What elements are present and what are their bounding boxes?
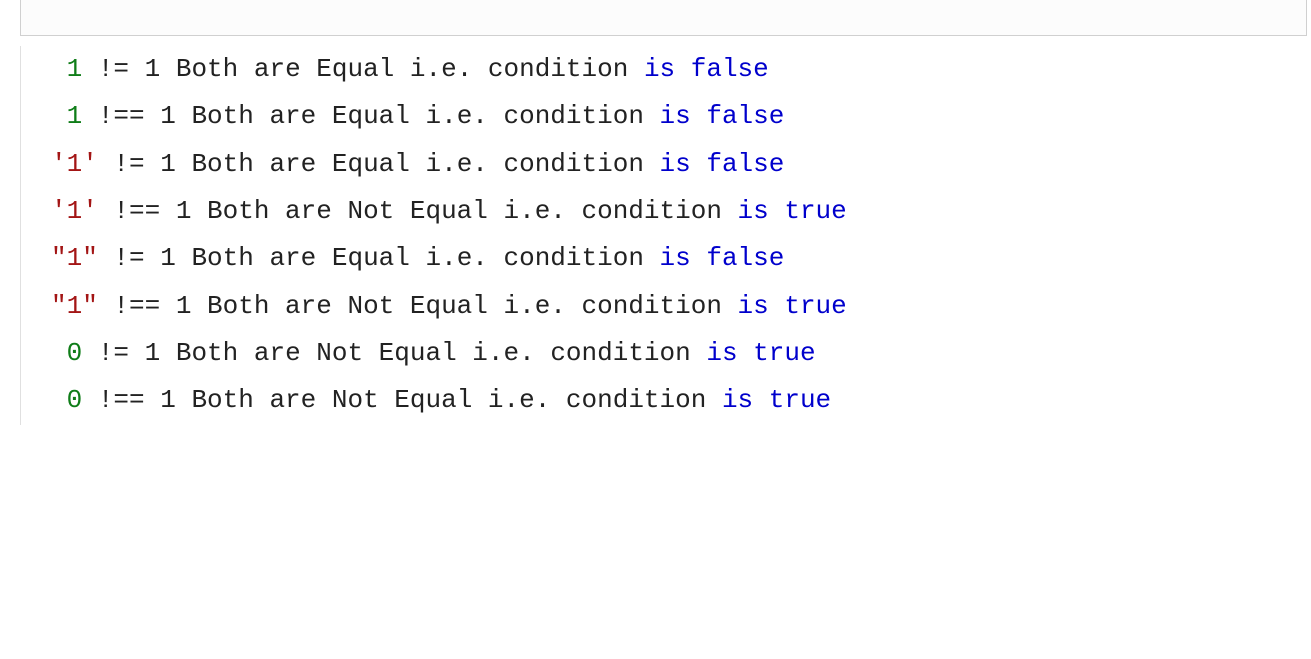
output-line: 0 != 1 Both are Not Equal i.e. condition… xyxy=(51,330,1311,377)
message-text: Both are Not Equal i.e. condition xyxy=(191,196,737,226)
right-operand: 1 xyxy=(160,101,176,131)
right-operand: 1 xyxy=(145,338,161,368)
operator: !== xyxy=(82,385,160,415)
left-operand: '1' xyxy=(51,196,98,226)
left-pad xyxy=(51,338,67,368)
left-operand: "1" xyxy=(51,243,98,273)
right-operand: 1 xyxy=(176,291,192,321)
keyword-result: is true xyxy=(706,338,815,368)
message-text: Both are Equal i.e. condition xyxy=(176,101,660,131)
operator: !== xyxy=(98,291,176,321)
output-line: 1 != 1 Both are Equal i.e. condition is … xyxy=(51,46,1311,93)
keyword-result: is true xyxy=(738,196,847,226)
output-line: "1" !== 1 Both are Not Equal i.e. condit… xyxy=(51,283,1311,330)
operator: !== xyxy=(82,101,160,131)
left-operand: "1" xyxy=(51,291,98,321)
left-pad xyxy=(51,385,67,415)
output-line: '1' !== 1 Both are Not Equal i.e. condit… xyxy=(51,188,1311,235)
operator: != xyxy=(98,243,160,273)
output-line: 0 !== 1 Both are Not Equal i.e. conditio… xyxy=(51,377,1311,424)
right-operand: 1 xyxy=(160,149,176,179)
message-text: Both are Not Equal i.e. condition xyxy=(176,385,722,415)
left-pad xyxy=(51,54,67,84)
keyword-result: is false xyxy=(660,101,785,131)
top-empty-box xyxy=(20,0,1307,36)
operator: != xyxy=(82,54,144,84)
code-output-block: 1 != 1 Both are Equal i.e. condition is … xyxy=(20,46,1311,425)
left-operand: 0 xyxy=(67,338,83,368)
right-operand: 1 xyxy=(160,243,176,273)
left-pad xyxy=(51,101,67,131)
message-text: Both are Not Equal i.e. condition xyxy=(160,338,706,368)
operator: != xyxy=(82,338,144,368)
right-operand: 1 xyxy=(145,54,161,84)
left-operand: '1' xyxy=(51,149,98,179)
keyword-result: is true xyxy=(738,291,847,321)
message-text: Both are Equal i.e. condition xyxy=(160,54,644,84)
message-text: Both are Not Equal i.e. condition xyxy=(191,291,737,321)
keyword-result: is false xyxy=(644,54,769,84)
output-line: "1" != 1 Both are Equal i.e. condition i… xyxy=(51,235,1311,282)
right-operand: 1 xyxy=(160,385,176,415)
output-line: '1' != 1 Both are Equal i.e. condition i… xyxy=(51,141,1311,188)
left-operand: 1 xyxy=(67,54,83,84)
operator: !== xyxy=(98,196,176,226)
output-line: 1 !== 1 Both are Equal i.e. condition is… xyxy=(51,93,1311,140)
right-operand: 1 xyxy=(176,196,192,226)
keyword-result: is false xyxy=(660,149,785,179)
left-operand: 0 xyxy=(67,385,83,415)
keyword-result: is true xyxy=(722,385,831,415)
left-operand: 1 xyxy=(67,101,83,131)
operator: != xyxy=(98,149,160,179)
keyword-result: is false xyxy=(660,243,785,273)
message-text: Both are Equal i.e. condition xyxy=(176,243,660,273)
message-text: Both are Equal i.e. condition xyxy=(176,149,660,179)
